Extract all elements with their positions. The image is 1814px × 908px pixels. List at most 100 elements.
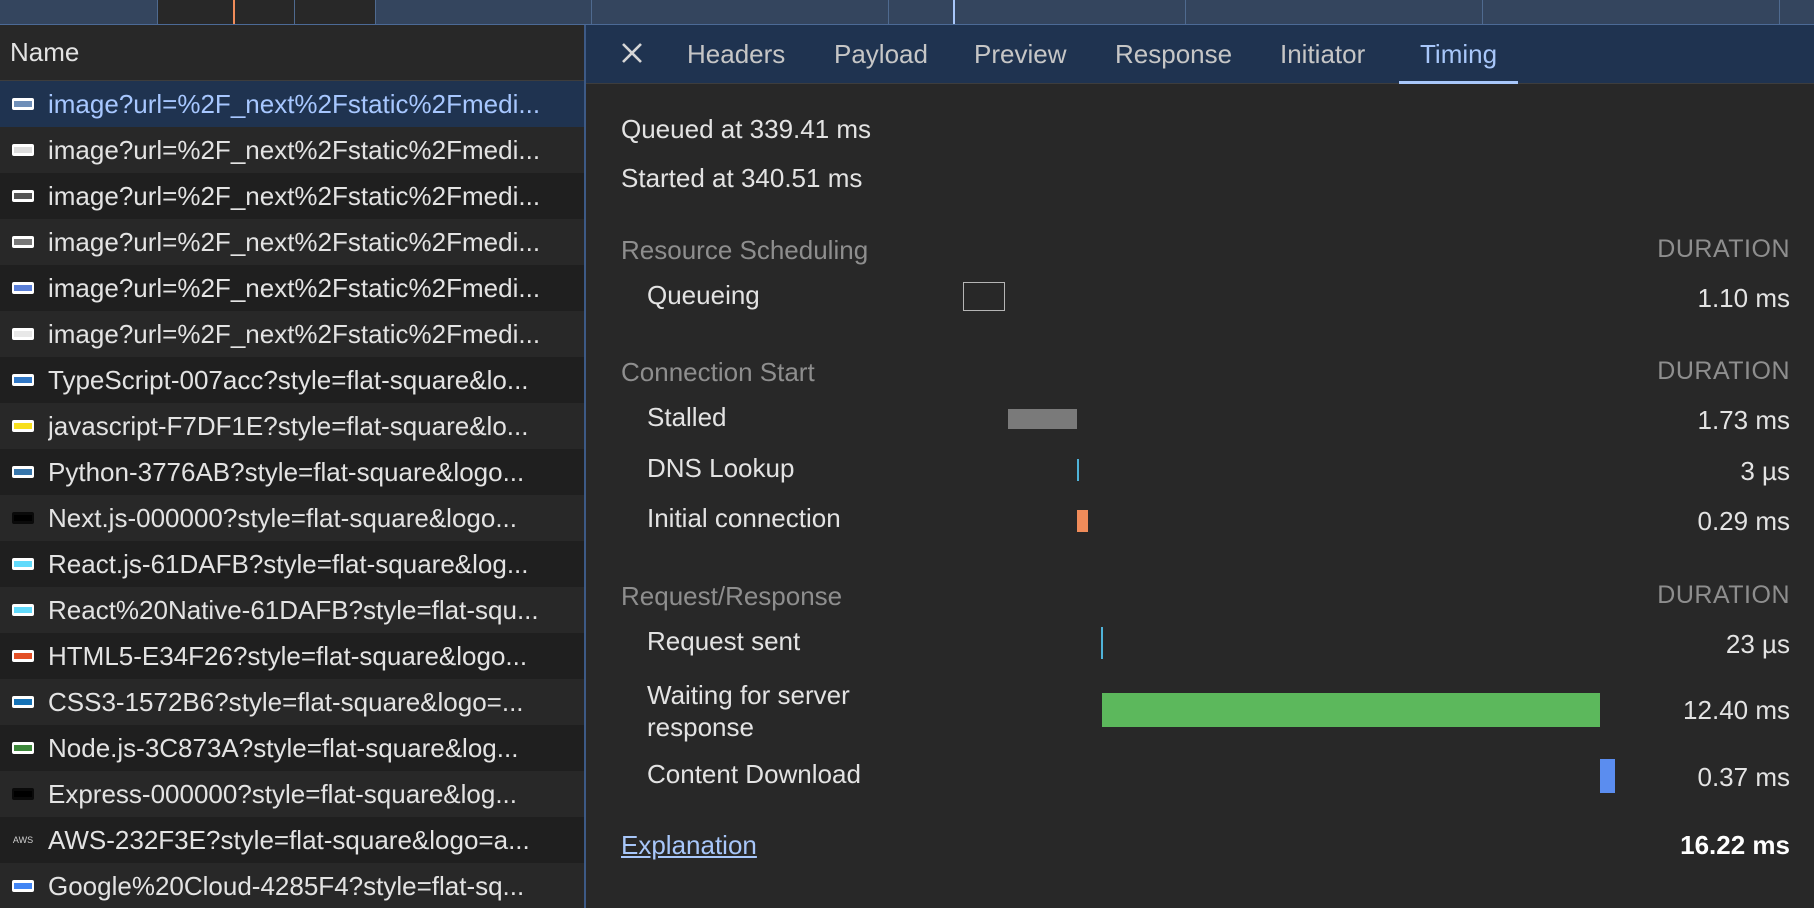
name-column-label: Name [10, 37, 80, 67]
request-thumbnail-icon [12, 650, 34, 662]
thumbnail-swatch [14, 607, 32, 613]
duration-header: DURATION [1657, 581, 1790, 609]
request-row[interactable]: image?url=%2F_next%2Fstatic%2Fmedi... [0, 127, 584, 173]
phase-label-initial-connection: Initial connection [647, 503, 841, 533]
tab-initiator[interactable]: Initiator [1279, 25, 1366, 83]
thumbnail-label: AWS [12, 835, 34, 845]
timing-panel: Queued at 339.41 ms Started at 340.51 ms… [586, 84, 1814, 908]
request-thumbnail-icon [12, 788, 34, 800]
network-overview-strip[interactable] [0, 0, 1814, 25]
queued-at-text: Queued at 339.41 ms [621, 114, 872, 144]
request-row[interactable]: HTML5-E34F26?style=flat-square&logo... [0, 633, 584, 679]
phase-label-stalled: Stalled [647, 402, 727, 432]
tab-preview[interactable]: Preview [973, 25, 1067, 83]
thumbnail-swatch [14, 331, 32, 337]
request-row[interactable]: image?url=%2F_next%2Fstatic%2Fmedi... [0, 173, 584, 219]
thumbnail-swatch [14, 285, 32, 291]
section-request-response: Request/Response [621, 581, 843, 611]
request-row[interactable]: Python-3776AB?style=flat-square&logo... [0, 449, 584, 495]
request-row[interactable]: javascript-F7DF1E?style=flat-square&lo..… [0, 403, 584, 449]
request-thumbnail-icon [12, 558, 34, 570]
thumbnail-swatch [14, 423, 32, 429]
thumbnail-swatch [14, 377, 32, 383]
phase-value-waiting-for-server-response: 12.40 ms [1683, 695, 1790, 725]
phase-label-waiting-for-server-response: Waiting for server response [647, 680, 850, 742]
duration-header: DURATION [1657, 235, 1790, 263]
request-list: Name image?url=%2F_next%2Fstatic%2Fmedi.… [0, 25, 584, 908]
request-thumbnail-icon [12, 466, 34, 478]
request-name: image?url=%2F_next%2Fstatic%2Fmedi... [48, 180, 541, 211]
thumbnail-swatch [14, 791, 32, 797]
request-row[interactable]: AWS AWS-232F3E?style=flat-square&logo=a..… [0, 817, 584, 863]
request-row[interactable]: TypeScript-007acc?style=flat-square&lo..… [0, 357, 584, 403]
request-row[interactable]: Next.js-000000?style=flat-square&logo... [0, 495, 584, 541]
thumbnail-swatch [14, 745, 32, 751]
request-row[interactable]: image?url=%2F_next%2Fstatic%2Fmedi... [0, 311, 584, 357]
bar-dns-lookup [1077, 459, 1079, 481]
tab-payload[interactable]: Payload [833, 25, 929, 83]
overview-gridline [888, 0, 889, 24]
request-thumbnail-icon [12, 374, 34, 386]
overview-gridline [157, 0, 158, 24]
overview-gridline [1779, 0, 1780, 24]
request-name: Express-000000?style=flat-square&log... [48, 778, 517, 809]
request-row[interactable]: image?url=%2F_next%2Fstatic%2Fmedi... [0, 265, 584, 311]
phase-value-queueing: 1.10 ms [1697, 283, 1791, 313]
phase-value-stalled: 1.73 ms [1697, 405, 1791, 435]
overview-gridline [591, 0, 592, 24]
request-thumbnail-icon [12, 98, 34, 110]
thumbnail-swatch [14, 883, 32, 889]
request-thumbnail-icon [12, 742, 34, 754]
request-name: Next.js-000000?style=flat-square&logo... [48, 502, 517, 533]
tab-timing[interactable]: Timing [1398, 25, 1519, 84]
thumbnail-swatch [14, 515, 32, 521]
close-button[interactable] [614, 35, 650, 71]
section-resource-scheduling: Resource Scheduling [621, 235, 869, 265]
phase-value-initial-connection: 0.29 ms [1697, 506, 1791, 536]
request-row[interactable]: CSS3-1572B6?style=flat-square&logo=... [0, 679, 584, 725]
request-thumbnail-icon [12, 236, 34, 248]
bar-initial-connection [1077, 510, 1088, 532]
overview-marker [953, 0, 955, 24]
request-row[interactable]: Express-000000?style=flat-square&log... [0, 771, 584, 817]
thumbnail-swatch [14, 193, 32, 199]
request-thumbnail-icon [12, 190, 34, 202]
request-thumbnail-icon: AWS [12, 834, 34, 846]
overview-gridline [1185, 0, 1186, 24]
tab-headers[interactable]: Headers [686, 25, 786, 83]
started-at-text: Started at 340.51 ms [621, 163, 863, 193]
request-row[interactable]: image?url=%2F_next%2Fstatic%2Fmedi... [0, 219, 584, 265]
bar-stalled [1008, 409, 1077, 429]
request-row[interactable]: image?url=%2F_next%2Fstatic%2Fmedi... [0, 81, 584, 127]
request-name: Python-3776AB?style=flat-square&logo... [48, 456, 525, 487]
request-thumbnail-icon [12, 604, 34, 616]
request-row[interactable]: React.js-61DAFB?style=flat-square&log... [0, 541, 584, 587]
request-name: CSS3-1572B6?style=flat-square&logo=... [48, 686, 524, 717]
overview-selection [157, 0, 375, 24]
request-thumbnail-icon [12, 144, 34, 156]
thumbnail-swatch [14, 239, 32, 245]
explanation-link[interactable]: Explanation [621, 830, 757, 861]
request-name: image?url=%2F_next%2Fstatic%2Fmedi... [48, 226, 541, 257]
name-column-header[interactable]: Name [0, 25, 584, 81]
request-rows: image?url=%2F_next%2Fstatic%2Fmedi... ima… [0, 81, 584, 908]
phase-value-request-sent: 23 µs [1725, 629, 1790, 659]
request-row[interactable]: React%20Native-61DAFB?style=flat-squ... [0, 587, 584, 633]
request-row[interactable]: Google%20Cloud-4285F4?style=flat-sq... [0, 863, 584, 908]
request-thumbnail-icon [12, 880, 34, 892]
bar-content-download [1600, 759, 1615, 793]
tab-response[interactable]: Response [1114, 25, 1233, 83]
request-thumbnail-icon [12, 328, 34, 340]
bar-request-sent [1101, 627, 1103, 659]
close-icon [622, 43, 642, 63]
phase-label-dns-lookup: DNS Lookup [647, 453, 795, 483]
request-name: Node.js-3C873A?style=flat-square&log... [48, 732, 519, 763]
request-name: javascript-F7DF1E?style=flat-square&lo..… [48, 410, 529, 441]
overview-gridline [1482, 0, 1483, 24]
phase-label-request-sent: Request sent [647, 626, 801, 656]
thumbnail-swatch [14, 699, 32, 705]
request-row[interactable]: Node.js-3C873A?style=flat-square&log... [0, 725, 584, 771]
request-thumbnail-icon [12, 420, 34, 432]
request-name: React.js-61DAFB?style=flat-square&log... [48, 548, 529, 579]
request-name: React%20Native-61DAFB?style=flat-squ... [48, 594, 539, 625]
